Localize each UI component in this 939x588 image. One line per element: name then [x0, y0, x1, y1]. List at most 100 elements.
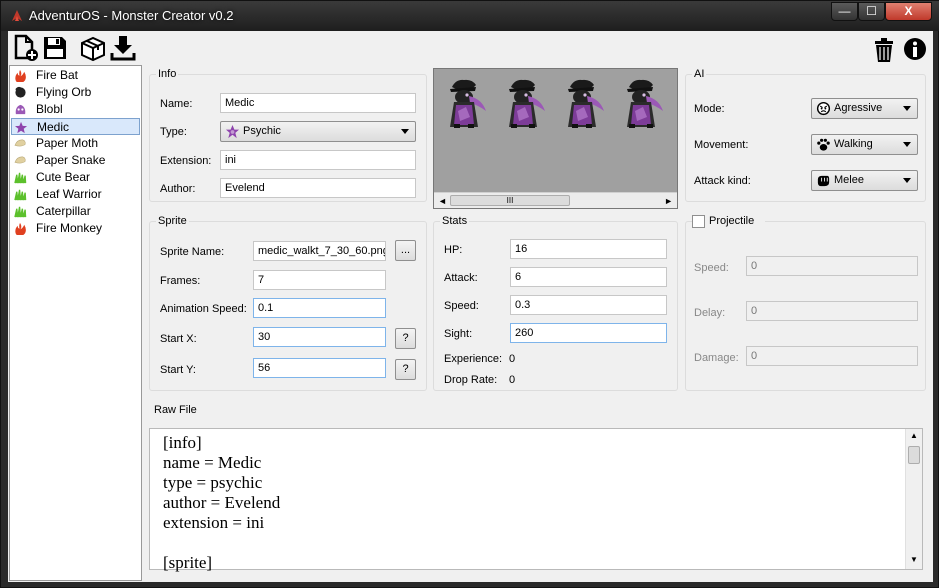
type-dropdown[interactable]: Psychic [220, 121, 416, 142]
list-item[interactable]: Blobl [11, 101, 140, 118]
info-icon[interactable] [901, 35, 929, 63]
name-label: Name: [160, 98, 193, 110]
download-icon[interactable] [109, 34, 137, 62]
list-item[interactable]: Medic [11, 118, 140, 135]
list-item[interactable]: Paper Snake [11, 152, 140, 169]
author-label: Author: [160, 183, 196, 195]
monster-list[interactable]: Fire Bat Flying Orb Blobl Medic Paper Moth Pa… [9, 65, 142, 581]
scroll-down-icon[interactable]: ▼ [910, 555, 918, 564]
sprite-frame [509, 79, 545, 128]
browse-button[interactable]: ... [395, 240, 416, 261]
window-title: AdventurOS - Monster Creator v0.2 [29, 8, 234, 23]
projectile-damage-field[interactable]: 0 [746, 346, 918, 366]
maximize-button[interactable]: ☐ [858, 2, 885, 21]
sprite-frame [627, 79, 663, 128]
list-item-label: Fire Bat [36, 68, 79, 82]
fire-icon [15, 69, 26, 82]
stats-group: Stats HP: 16 Attack: 6 Speed: 0.3 Sight:… [433, 215, 678, 391]
mode-dropdown[interactable]: Agressive [811, 98, 918, 119]
speed-field[interactable]: 0.3 [510, 295, 667, 315]
grass-icon [14, 206, 27, 218]
animation-speed-field[interactable]: 0.1 [253, 298, 386, 318]
start-y-field[interactable]: 56 [253, 358, 386, 378]
save-icon[interactable] [41, 34, 69, 62]
name-field[interactable]: Medic [220, 93, 416, 113]
raw-scroll-thumb[interactable] [908, 446, 920, 464]
chevron-down-icon [903, 142, 911, 147]
paper-icon [14, 139, 26, 147]
paw-icon [817, 138, 830, 151]
psychic-icon [15, 121, 28, 134]
mode-value: Agressive [834, 102, 883, 114]
start-y-help-button[interactable]: ? [395, 359, 416, 380]
new-file-icon[interactable] [11, 34, 39, 62]
extension-field[interactable]: ini [220, 150, 416, 170]
list-item[interactable]: Leaf Warrior [11, 186, 140, 203]
fist-icon [817, 175, 830, 187]
list-item[interactable]: Caterpillar [11, 203, 140, 220]
ai-title: AI [692, 68, 707, 80]
projectile-checkbox[interactable] [692, 215, 705, 228]
animation-speed-label: Animation Speed: [160, 303, 247, 315]
stats-title: Stats [440, 215, 470, 227]
hp-field[interactable]: 16 [510, 239, 667, 259]
sprite-preview: ◄ III ► [433, 68, 678, 209]
app-window: AdventurOS - Monster Creator v0.2 — ☐ X … [0, 0, 939, 588]
psychic-icon [225, 124, 240, 139]
scroll-left-icon[interactable]: ◄ [438, 196, 447, 206]
ai-group: AI Mode: Agressive Movement: Walking Att… [685, 68, 926, 202]
list-item[interactable]: Fire Bat [11, 67, 140, 84]
movement-label: Movement: [694, 139, 749, 151]
sprite-group: Sprite Sprite Name: medic_walkt_7_30_60.… [149, 215, 427, 391]
preview-horizontal-scrollbar[interactable]: ◄ III ► [434, 192, 677, 208]
list-item[interactable]: Fire Monkey [11, 220, 140, 237]
info-group: Info Name: Medic Type: Psychic Extension… [149, 68, 427, 202]
frames-field[interactable]: 7 [253, 270, 386, 290]
sprite-name-field[interactable]: medic_walkt_7_30_60.png [253, 241, 386, 261]
sprite-frame [568, 79, 604, 128]
client-area: Fire Bat Flying Orb Blobl Medic Paper Moth Pa… [8, 31, 933, 582]
minimize-button[interactable]: — [831, 2, 858, 21]
start-x-field[interactable]: 30 [253, 327, 386, 347]
drop-rate-label: Drop Rate: [444, 374, 498, 386]
start-x-help-button[interactable]: ? [395, 328, 416, 349]
chevron-down-icon [903, 178, 911, 183]
author-field[interactable]: Evelend [220, 178, 416, 198]
list-item[interactable]: Flying Orb [11, 84, 140, 101]
attack-label: Attack: [444, 272, 478, 284]
experience-value: 0 [509, 353, 516, 365]
movement-dropdown[interactable]: Walking [811, 134, 918, 155]
attack-kind-dropdown[interactable]: Melee [811, 170, 918, 191]
raw-file-text[interactable]: [info] name = Medic type = psychic autho… [163, 433, 280, 573]
list-item-label: Flying Orb [36, 85, 92, 99]
attack-field[interactable]: 6 [510, 267, 667, 287]
chevron-down-icon [903, 106, 911, 111]
projectile-header: Projectile [692, 215, 765, 229]
scroll-up-icon[interactable]: ▲ [910, 431, 918, 440]
list-item[interactable]: Cute Bear [11, 169, 140, 186]
info-title: Info [156, 68, 179, 80]
movement-value: Walking [834, 138, 873, 150]
close-button[interactable]: X [885, 2, 932, 21]
projectile-delay-field[interactable]: 0 [746, 301, 918, 321]
projectile-speed-field[interactable]: 0 [746, 256, 918, 276]
scroll-right-icon[interactable]: ► [664, 196, 673, 206]
scroll-thumb[interactable]: III [450, 195, 570, 206]
sight-field[interactable]: 260 [510, 323, 667, 343]
package-icon[interactable] [79, 34, 107, 62]
orb-icon [15, 86, 26, 98]
projectile-damage-label: Damage: [694, 352, 739, 364]
projectile-title: Projectile [709, 215, 755, 227]
title-bar[interactable]: AdventurOS - Monster Creator v0.2 — ☐ X [1, 1, 939, 31]
toolbar [8, 31, 933, 65]
type-label: Type: [160, 126, 187, 138]
raw-vertical-scrollbar[interactable]: ▲ ▼ [905, 429, 922, 569]
chevron-down-icon [401, 129, 409, 134]
sprite-title: Sprite [156, 215, 189, 227]
list-item[interactable]: Paper Moth [11, 135, 140, 152]
projectile-delay-label: Delay: [694, 307, 726, 319]
trash-icon[interactable] [870, 36, 898, 64]
list-item-label: Paper Moth [36, 136, 99, 150]
list-item-label: Fire Monkey [36, 221, 103, 235]
raw-file-editor[interactable]: [info] name = Medic type = psychic autho… [149, 428, 923, 573]
